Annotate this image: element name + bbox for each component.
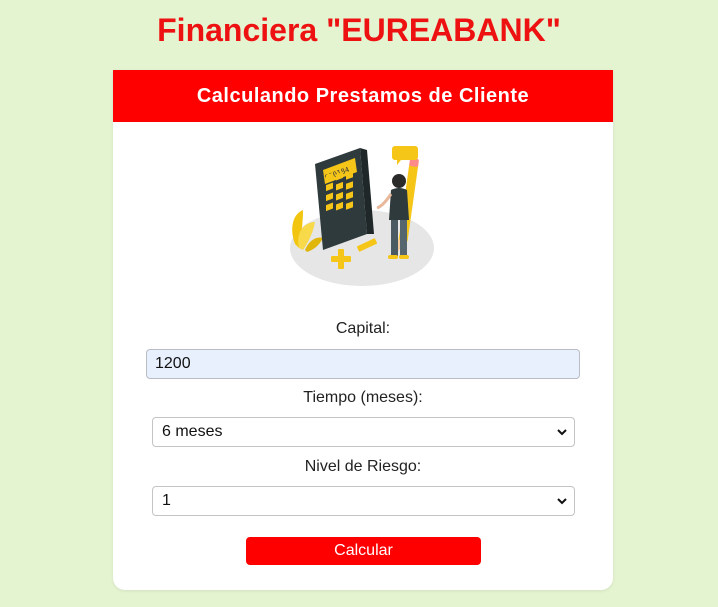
chevron-down-icon [557,498,567,505]
calcular-button[interactable]: Calcular [246,537,481,565]
tiempo-select-value: 6 meses [162,423,223,440]
page-title: Financiera "EUREABANK" [157,12,561,48]
capital-label: Capital: [335,320,391,337]
riesgo-select-value: 1 [162,492,171,509]
riesgo-select[interactable]: 1 [152,486,575,516]
riesgo-label: Nivel de Riesgo: [304,458,422,475]
tiempo-label: Tiempo (meses): [303,389,423,406]
chevron-down-icon [557,429,567,436]
loan-calculator-card: Calculando Prestamos de Cliente 950184 C… [113,70,613,590]
tiempo-select[interactable]: 6 meses [152,417,575,447]
capital-input[interactable] [146,349,580,379]
calculator-woman-illustration: 950184 [290,146,434,286]
card-header: Calculando Prestamos de Cliente [113,70,613,122]
